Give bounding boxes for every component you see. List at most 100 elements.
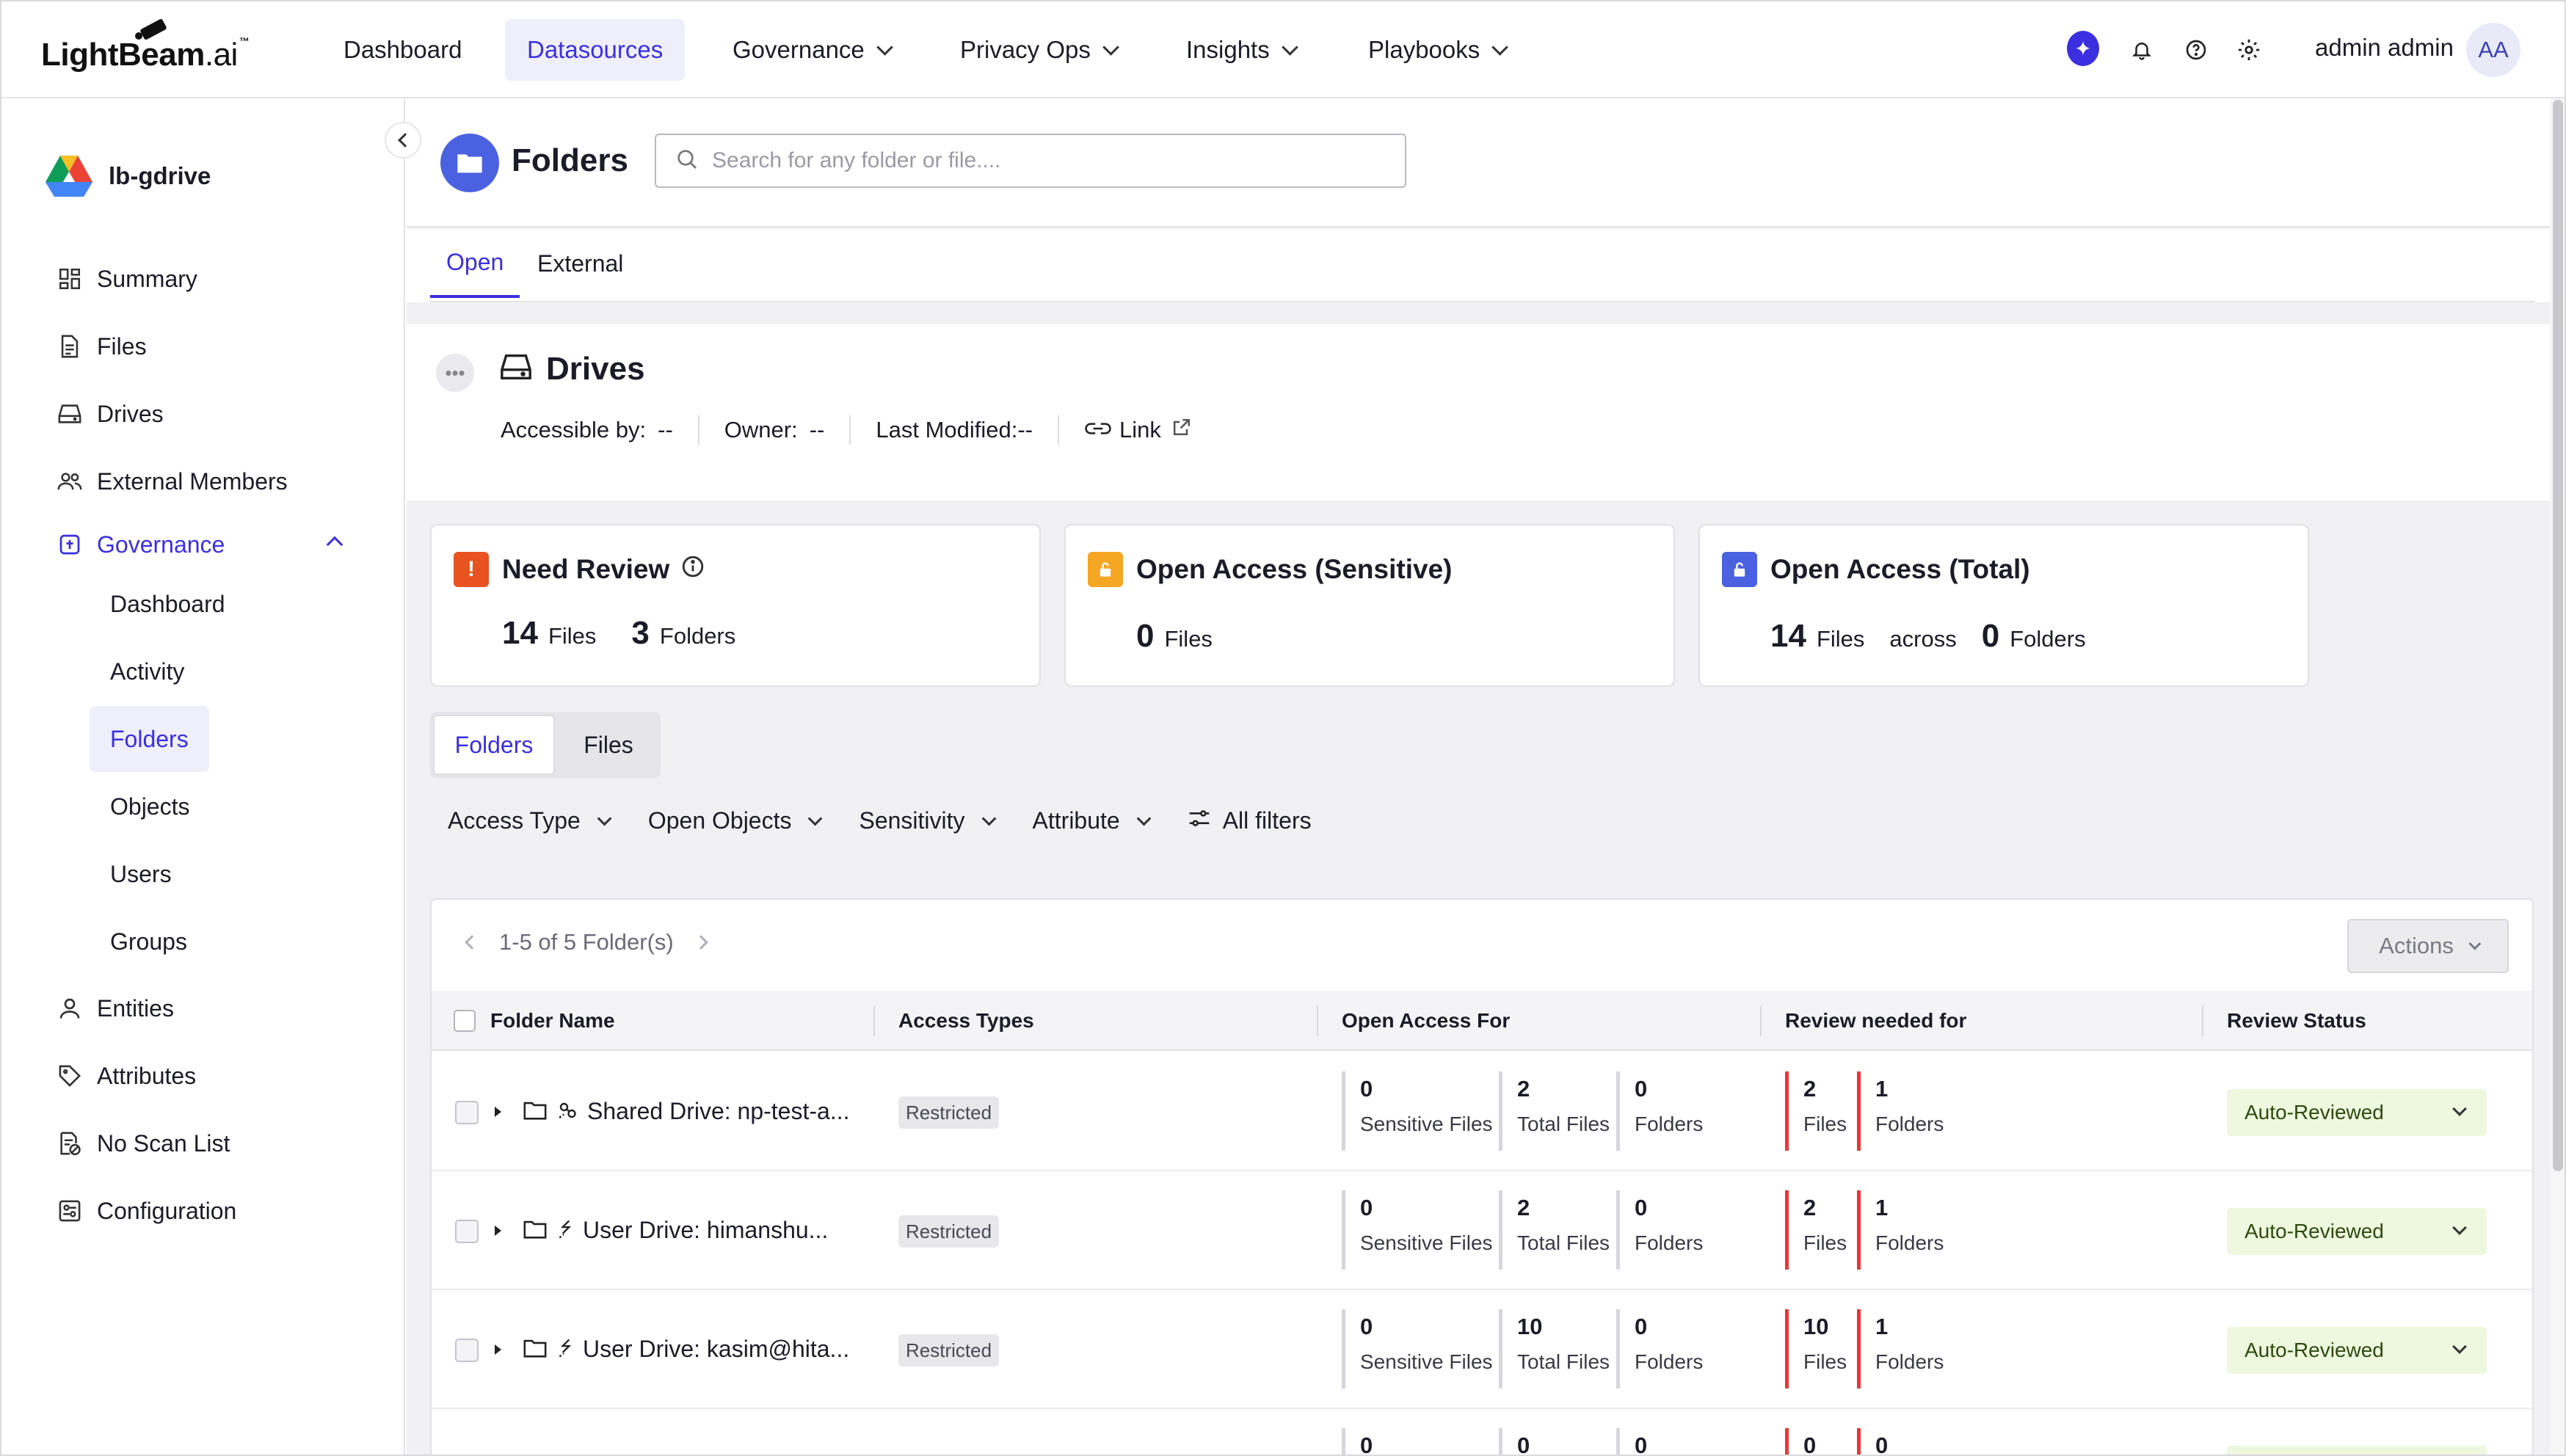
- sidebar-item-files[interactable]: Files: [56, 324, 147, 368]
- sidebar-sub-folders[interactable]: Folders: [90, 706, 209, 772]
- column-access-types[interactable]: Access Types: [898, 991, 1034, 1051]
- sidebar-item-no-scan-list[interactable]: No Scan List: [56, 1121, 230, 1165]
- stat-sensitive-files: 0 Sensitive Files: [1342, 1309, 1493, 1388]
- no-scan-icon: [56, 1129, 84, 1157]
- select-all-checkbox[interactable]: [454, 991, 476, 1051]
- nav-insights[interactable]: Insights: [1164, 19, 1315, 81]
- sidebar-item-drives[interactable]: Drives: [56, 392, 164, 436]
- open-access-total-title-text: Open Access (Total): [1770, 554, 2030, 584]
- row-checkbox[interactable]: [455, 1101, 479, 1124]
- members-icon: [56, 467, 84, 495]
- filter-access-type[interactable]: Access Type: [448, 807, 612, 834]
- stat-value: 0: [1360, 1314, 1373, 1339]
- stat-total-files: 0: [1499, 1428, 1530, 1455]
- sidebar-sub-dashboard[interactable]: Dashboard: [90, 571, 246, 637]
- table-row[interactable]: Shared Drive: np-test-a... Restricted 0 S…: [432, 1052, 2532, 1171]
- sidebar-item-configuration[interactable]: Configuration: [56, 1189, 236, 1233]
- info-icon[interactable]: [681, 554, 705, 585]
- chevron-right-icon[interactable]: [693, 935, 708, 950]
- nav-dashboard[interactable]: Dashboard: [321, 19, 484, 81]
- nav-privacy-ops[interactable]: Privacy Ops: [938, 19, 1136, 81]
- last-modified-value: --: [1017, 417, 1033, 443]
- column-review-needed-for[interactable]: Review needed for: [1785, 991, 1966, 1051]
- stat-label: Sensitive Files: [1360, 1113, 1493, 1135]
- toggle-files[interactable]: Files: [559, 715, 658, 775]
- search-box[interactable]: [655, 134, 1406, 188]
- review-status-dropdown[interactable]: Auto-Reviewed: [2227, 1327, 2487, 1374]
- nav-datasources[interactable]: Datasources: [505, 19, 686, 81]
- sidebar-item-entities[interactable]: Entities: [56, 986, 174, 1030]
- stat-value: 0: [1360, 1195, 1373, 1220]
- sidebar-item-summary[interactable]: Summary: [56, 257, 197, 301]
- chevron-left-icon[interactable]: [465, 935, 479, 950]
- sidebar-item-governance[interactable]: Governance: [56, 523, 225, 567]
- main-content: Folders Open External ••• Drives Accessi…: [407, 98, 2565, 1455]
- avatar[interactable]: AA: [2466, 23, 2520, 77]
- review-status-value: Auto-Reviewed: [2245, 1339, 2384, 1361]
- more-options-icon[interactable]: •••: [436, 354, 474, 392]
- search-icon: [675, 148, 699, 175]
- expand-caret-icon[interactable]: [495, 1107, 501, 1117]
- folder-name[interactable]: Shared Drive: np-test-a...: [587, 1098, 849, 1125]
- table-row[interactable]: User Drive: himanshu... Restricted 0 Sens…: [432, 1171, 2532, 1290]
- chevron-up-icon[interactable]: [326, 536, 344, 553]
- filter-label: Open Objects: [647, 807, 792, 834]
- row-checkbox[interactable]: [455, 1339, 479, 1362]
- need-review-card[interactable]: ! Need Review 14 Files 3 Folders: [430, 524, 1041, 687]
- chevron-down-icon: [2452, 1339, 2467, 1354]
- drive-icon: [499, 352, 533, 386]
- table-row[interactable]: User Drive: kasim@hita... Restricted 0 Se…: [432, 1290, 2532, 1409]
- tab-open[interactable]: Open: [430, 229, 520, 298]
- nav-playbooks[interactable]: Playbooks: [1346, 19, 1525, 81]
- stat-label: Folders: [1875, 1231, 1944, 1254]
- column-folder-name[interactable]: Folder Name: [490, 991, 615, 1051]
- sidebar-item-external-members[interactable]: External Members: [56, 459, 288, 503]
- expand-caret-icon[interactable]: [495, 1344, 501, 1355]
- sidebar-sub-activity[interactable]: Activity: [90, 638, 205, 705]
- open-access-sensitive-card[interactable]: Open Access (Sensitive) 0 Files: [1064, 524, 1675, 687]
- actions-button[interactable]: Actions: [2347, 919, 2509, 973]
- link-icon: [1084, 417, 1112, 443]
- bell-icon[interactable]: [2126, 34, 2158, 66]
- review-status-dropdown[interactable]: Auto-Reviewed: [2227, 1208, 2487, 1255]
- nav-governance[interactable]: Governance: [710, 19, 910, 81]
- all-filters-button[interactable]: All filters: [1188, 807, 1312, 834]
- user-name[interactable]: admin admin: [2315, 34, 2454, 62]
- folder-icon: [523, 1218, 548, 1243]
- tab-external[interactable]: External: [521, 229, 639, 298]
- review-status-dropdown[interactable]: Auto-Reviewed: [2227, 1089, 2487, 1136]
- filter-attribute[interactable]: Attribute: [1033, 807, 1152, 834]
- ai-assistant-icon[interactable]: ✦: [2067, 31, 2099, 66]
- sidebar-item-label: Entities: [97, 994, 174, 1022]
- stat-value: 2: [1803, 1076, 1817, 1102]
- stat-label: Total Files: [1517, 1113, 1610, 1135]
- open-access-total-card[interactable]: Open Access (Total) 14 Files across 0 Fo…: [1698, 524, 2309, 687]
- scrollbar-thumb[interactable]: [2553, 100, 2563, 1171]
- sidebar-item-attributes[interactable]: Attributes: [56, 1054, 196, 1098]
- stat-review-folders: 0: [1857, 1428, 1888, 1455]
- search-input[interactable]: [712, 148, 1373, 173]
- help-icon[interactable]: [2180, 34, 2212, 66]
- folder-name[interactable]: User Drive: kasim@hita...: [583, 1336, 849, 1363]
- filter-open-objects[interactable]: Open Objects: [647, 807, 823, 834]
- stat-label: Folders: [1875, 1113, 1944, 1135]
- review-status-dropdown[interactable]: [2227, 1446, 2487, 1455]
- sidebar-sub-objects[interactable]: Objects: [90, 774, 210, 840]
- column-review-status[interactable]: Review Status: [2227, 991, 2366, 1051]
- chevron-down-icon: [2452, 1220, 2467, 1235]
- table-row[interactable]: 0 0 0 0 0: [432, 1409, 2532, 1455]
- stat-review-folders: 1 Folders: [1857, 1309, 1944, 1388]
- column-open-access-for[interactable]: Open Access For: [1342, 991, 1510, 1051]
- sidebar-sub-users[interactable]: Users: [90, 841, 192, 907]
- folder-name[interactable]: User Drive: himanshu...: [583, 1217, 828, 1244]
- sidebar-collapse-button[interactable]: [385, 122, 421, 159]
- page-header: Folders: [407, 98, 2565, 228]
- drive-link[interactable]: Link: [1084, 417, 1192, 443]
- filter-sensitivity[interactable]: Sensitivity: [859, 807, 996, 834]
- sidebar-sub-groups[interactable]: Groups: [90, 909, 208, 975]
- gear-icon[interactable]: [2233, 34, 2265, 66]
- toggle-folders[interactable]: Folders: [433, 715, 555, 775]
- row-checkbox[interactable]: [455, 1220, 479, 1243]
- need-review-folders-count: 3: [631, 615, 650, 651]
- expand-caret-icon[interactable]: [495, 1226, 501, 1236]
